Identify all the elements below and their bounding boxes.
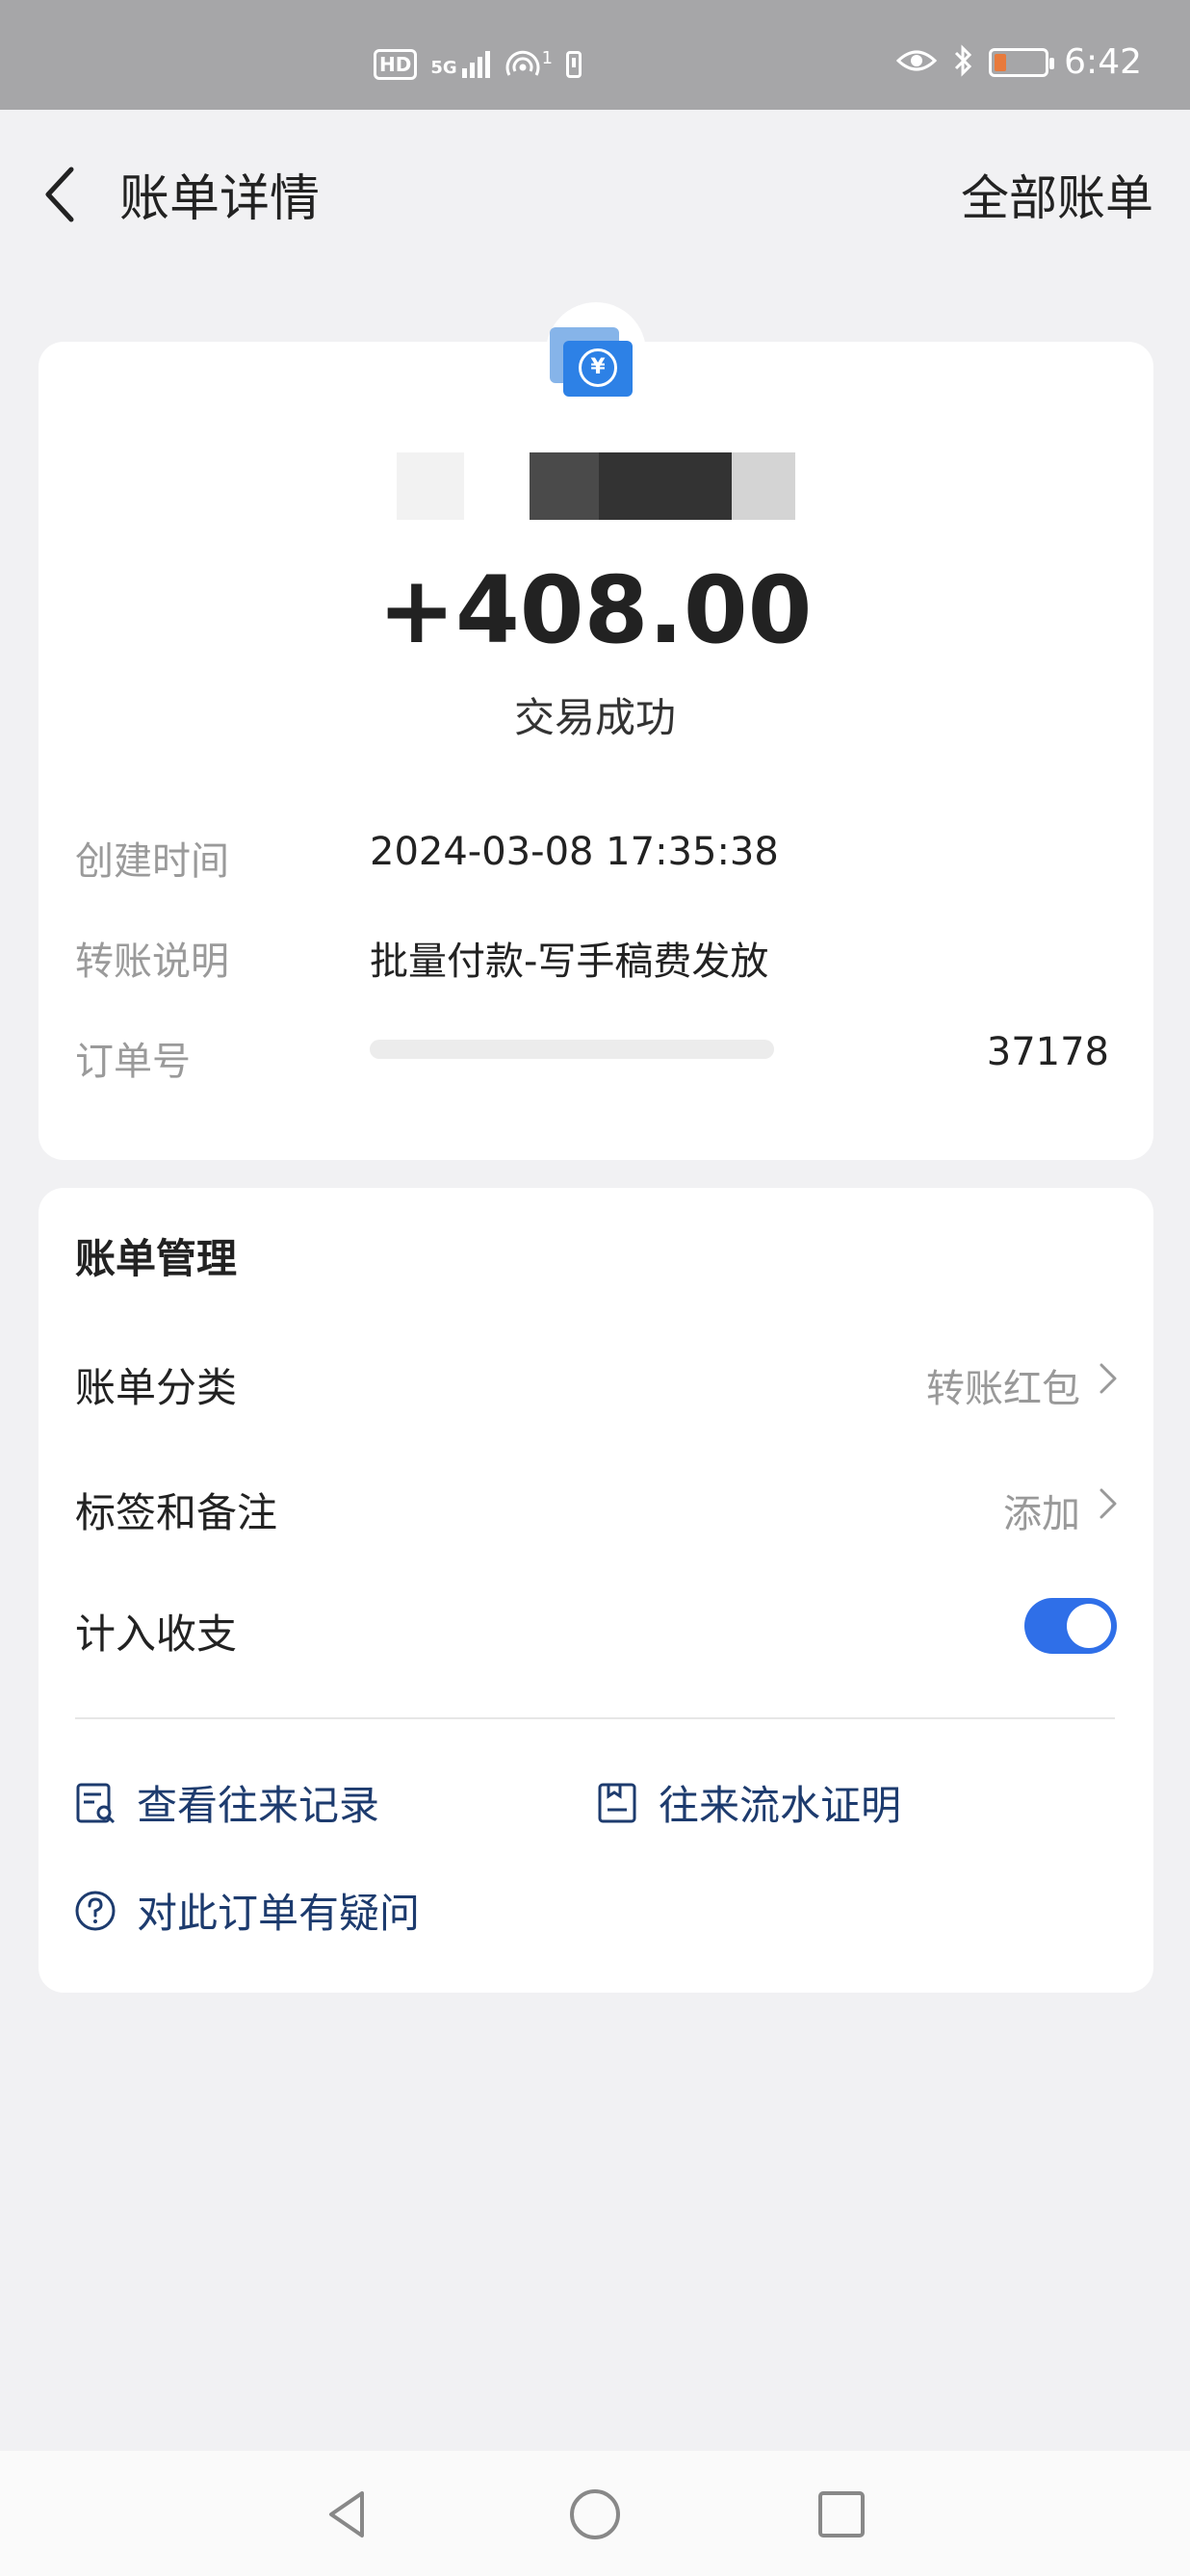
network-type-label: 5G <box>430 58 457 78</box>
order-question-label: 对此订单有疑问 <box>137 1890 421 1937</box>
record-search-icon <box>76 1783 116 1823</box>
bill-category-label[interactable]: 账单分类 <box>75 1355 237 1414</box>
section-title: 账单管理 <box>75 1235 238 1282</box>
status-icons-right: 6:42 <box>895 42 1142 82</box>
include-in-balance-label: 计入收支 <box>75 1610 238 1658</box>
battery-icon <box>989 47 1055 77</box>
nav-recents-icon[interactable] <box>813 2486 870 2543</box>
redacted-name-block <box>397 452 464 520</box>
tags-notes-value[interactable]: 添加 <box>1003 1482 1080 1538</box>
statement-proof-label: 往来流水证明 <box>659 1782 902 1829</box>
divider <box>75 1717 1115 1719</box>
transfer-note-label: 转账说明 <box>75 940 229 984</box>
bill-category-value[interactable]: 转账红包 <box>926 1357 1080 1413</box>
redacted-name-block <box>599 452 732 520</box>
system-nav-bar <box>0 2451 1190 2576</box>
hotspot-count: 1 <box>541 48 554 68</box>
back-arrow-icon[interactable] <box>37 160 89 229</box>
transaction-amount: +408.00 <box>377 556 813 664</box>
nav-home-icon[interactable] <box>566 2486 624 2543</box>
transaction-status: 交易成功 <box>513 694 676 741</box>
clock: 6:42 <box>1064 42 1142 82</box>
alert-icon <box>566 51 582 78</box>
all-bills-link[interactable]: 全部账单 <box>961 160 1153 229</box>
bluetooth-icon <box>952 43 973 82</box>
transfer-app-icon: ¥ <box>546 302 646 402</box>
status-icons-center: HD 5G 1 <box>374 48 582 81</box>
app-header: 账单详情 全部账单 <box>0 110 1190 264</box>
redacted-name-block <box>732 452 795 520</box>
eye-icon <box>895 47 938 78</box>
order-number-redacted <box>370 1040 774 1059</box>
hotspot-icon: 1 <box>504 48 553 81</box>
question-circle-icon <box>75 1891 116 1930</box>
hd-icon: HD <box>374 49 418 80</box>
view-records-label: 查看往来记录 <box>137 1782 380 1829</box>
created-time-value: 2024-03-08 17:35:38 <box>370 830 779 874</box>
statement-proof-action[interactable]: 往来流水证明 <box>595 1773 901 1832</box>
order-number-label: 订单号 <box>75 1040 191 1084</box>
document-icon <box>598 1783 636 1822</box>
redacted-name-block <box>530 452 599 520</box>
order-number-value[interactable]: 37178 <box>987 1030 1109 1074</box>
include-in-balance-toggle[interactable] <box>1024 1598 1117 1654</box>
page-title: 账单详情 <box>119 170 321 228</box>
signal-icon: 5G <box>430 51 490 78</box>
transfer-note-value: 批量付款-写手稿费发放 <box>370 940 769 984</box>
status-bar: HD 5G 1 6:42 <box>0 0 1190 110</box>
order-question-action[interactable]: 对此订单有疑问 <box>73 1881 420 1940</box>
chevron-right-icon[interactable] <box>1098 1361 1119 1396</box>
chevron-right-icon[interactable] <box>1098 1486 1119 1521</box>
created-time-label: 创建时间 <box>75 839 229 884</box>
bill-management-card <box>39 1188 1153 1993</box>
nav-back-icon[interactable] <box>320 2486 377 2543</box>
yen-icon: ¥ <box>579 348 617 387</box>
tags-notes-label[interactable]: 标签和备注 <box>75 1481 277 1539</box>
view-records-action[interactable]: 查看往来记录 <box>73 1773 379 1832</box>
